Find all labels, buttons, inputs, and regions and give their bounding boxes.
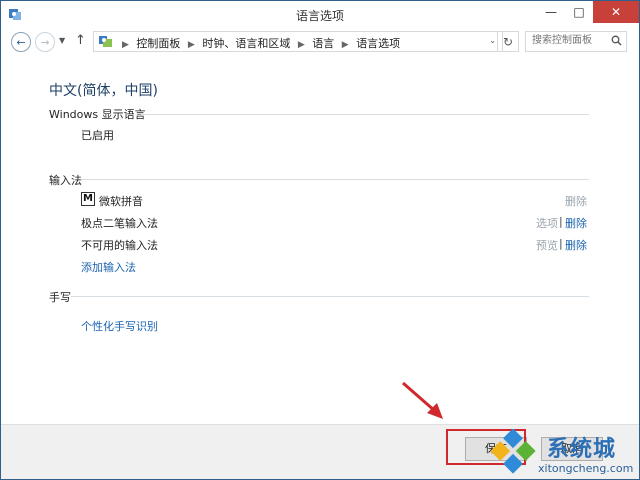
forward-arrow-icon: → [40,35,50,49]
ime-preview-link[interactable]: 预览 [536,237,558,253]
language-options-window: 语言选项 — □ ✕ ← → ▼ ↑ ▶ 控制面板 ▶ 时钟、语言和区域 ▶ 语… [0,0,640,480]
breadcrumb-control-panel[interactable]: 控制面板 [136,35,180,51]
chevron-right-icon[interactable]: ▶ [342,40,349,50]
search-icon [611,35,622,46]
section-divider [71,296,589,297]
breadcrumb-language[interactable]: 语言 [312,35,334,51]
refresh-button[interactable]: ↻ [497,31,519,52]
recent-locations-dropdown[interactable]: ▼ [59,36,65,45]
chevron-right-icon: ▶ [122,40,129,50]
input-method-header: 输入法 [49,174,82,187]
forward-button[interactable]: → [35,32,55,52]
window-controls: — □ ✕ [537,1,639,23]
main-content: 中文(简体，中国) Windows 显示语言 已启用 输入法 M 微软拼音 删除… [1,59,639,424]
refresh-icon: ↻ [502,34,514,49]
language-name: 中文(简体，中国) [49,83,158,99]
ime-item-microsoft-pinyin: 微软拼音 [99,195,143,208]
breadcrumb-language-options[interactable]: 语言选项 [356,35,400,51]
link-separator: | [559,237,563,250]
watermark-brand: 系统城 [547,437,617,462]
navigation-bar: ← → ▼ ↑ ▶ 控制面板 ▶ 时钟、语言和区域 ▶ 语言 ▶ 语言选项 ⌄ [1,28,639,54]
annotation-arrow-icon [402,381,443,419]
ime-remove-link[interactable]: 删除 [565,215,587,231]
ime-item-unavailable: 不可用的输入法 [81,239,158,252]
search-box[interactable] [525,31,627,52]
personalize-handwriting-link[interactable]: 个性化手写识别 [81,318,158,334]
back-button[interactable]: ← [11,32,31,52]
section-divider [141,114,589,115]
link-separator: | [559,215,563,228]
chevron-right-icon[interactable]: ▶ [188,40,195,50]
address-dropdown-icon[interactable]: ⌄ [489,36,496,45]
ime-remove-link[interactable]: 删除 [565,237,587,253]
watermark-url: xitongcheng.com [538,462,634,475]
ime-item-jidian-erbi: 极点二笔输入法 [81,217,158,230]
remove-link-disabled: 删除 [565,195,587,208]
section-divider [81,179,589,180]
minimize-button[interactable]: — [537,1,565,23]
microsoft-pinyin-icon: M [81,192,95,206]
title-bar: 语言选项 — □ ✕ [1,1,639,27]
up-button[interactable]: ↑ [75,33,86,48]
close-button[interactable]: ✕ [593,1,639,23]
search-input[interactable] [532,33,608,48]
chevron-right-icon[interactable]: ▶ [298,40,305,50]
back-arrow-icon: ← [16,35,26,49]
control-panel-icon [99,36,112,47]
handwriting-header: 手写 [49,291,71,304]
maximize-button[interactable]: □ [565,1,593,23]
address-bar[interactable]: ▶ 控制面板 ▶ 时钟、语言和区域 ▶ 语言 ▶ 语言选项 ⌄ [93,31,503,52]
breadcrumb-clock-language-region[interactable]: 时钟、语言和区域 [202,35,290,51]
breadcrumb: ▶ 控制面板 ▶ 时钟、语言和区域 ▶ 语言 ▶ 语言选项 [118,35,400,51]
display-language-status: 已启用 [81,129,114,142]
ime-options-link[interactable]: 选项 [536,215,558,231]
display-language-header: Windows 显示语言 [49,108,146,121]
add-input-method-link[interactable]: 添加输入法 [81,259,136,275]
